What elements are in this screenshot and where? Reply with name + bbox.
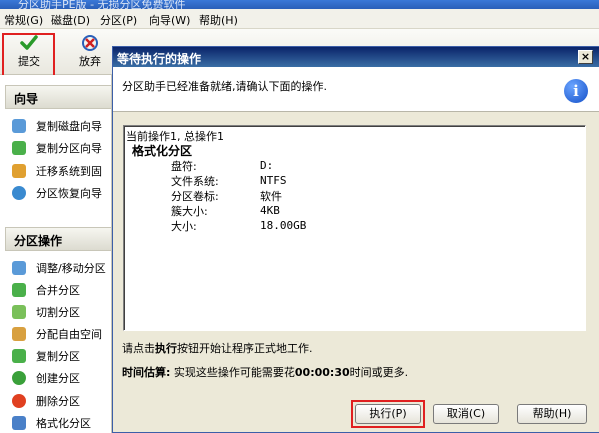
dialog-title: 等待执行的操作 [117, 52, 202, 66]
field-label-cluster: 簇大小: [171, 205, 208, 218]
help-button[interactable]: 帮助(H) [517, 404, 587, 424]
execute-button[interactable]: 执行(P) [355, 404, 421, 424]
field-label-volume: 分区卷标: [171, 190, 219, 203]
sidebar-item-copy[interactable]: 复制分区 [12, 348, 80, 366]
allocate-icon [12, 327, 26, 341]
close-icon: × [580, 50, 591, 63]
menu-bar: 常规(G) 磁盘(D) 分区(P) 向导(W) 帮助(H) [0, 9, 599, 29]
sidebar-item-split[interactable]: 切割分区 [12, 304, 80, 322]
sidebar-item-resize[interactable]: 调整/移动分区 [12, 260, 106, 278]
app-title-bar: 分区助手PE版 - 无损分区免费软件 [0, 0, 599, 9]
menu-general[interactable]: 常规(G) [4, 12, 43, 28]
sidebar-item-copy-partition[interactable]: 复制分区向导 [12, 140, 102, 158]
menu-help[interactable]: 帮助(H) [199, 12, 238, 28]
op-title: 格式化分区 [132, 144, 193, 158]
menu-partition[interactable]: 分区(P) [100, 12, 137, 28]
pending-operations-dialog: 等待执行的操作 × 分区助手已经准备就绪,请确认下面的操作. i 当前操作1, … [112, 46, 599, 433]
sidebar-item-format[interactable]: 格式化分区 [12, 415, 91, 433]
sidebar-item-migrate-os[interactable]: 迁移系统到固 [12, 163, 102, 181]
discard-button[interactable]: 放弃 [70, 32, 110, 72]
copy-disk-icon [12, 119, 26, 133]
sidebar: 向导 复制磁盘向导 复制分区向导 迁移系统到固 分区恢复向导 分区操作 调整/移… [0, 75, 112, 433]
migrate-icon [12, 164, 26, 178]
operations-list[interactable]: 当前操作1, 总操作1 格式化分区 盘符: D: 文件系统: NTFS 分区卷标… [123, 125, 586, 331]
dialog-header: 分区助手已经准备就绪,请确认下面的操作. i [113, 67, 599, 112]
field-label-filesystem: 文件系统: [171, 175, 219, 188]
header-message: 分区助手已经准备就绪,请确认下面的操作. [122, 80, 327, 93]
field-value-filesystem: NTFS [260, 174, 287, 187]
sidebar-item-merge[interactable]: 合并分区 [12, 282, 80, 300]
format-icon [12, 416, 26, 430]
sidebar-item-copy-disk[interactable]: 复制磁盘向导 [12, 118, 102, 136]
merge-icon [12, 283, 26, 297]
submit-highlight [2, 33, 55, 77]
sidebar-item-create[interactable]: 创建分区 [12, 370, 80, 388]
sidebar-item-delete[interactable]: 删除分区 [12, 393, 80, 411]
field-value-volume: 软件 [260, 190, 282, 203]
dialog-title-bar: 等待执行的操作 × [113, 47, 599, 67]
menu-disk[interactable]: 磁盘(D) [51, 12, 90, 28]
resize-icon [12, 261, 26, 275]
create-icon [12, 371, 26, 385]
execute-hint: 请点击执行按钮开始让程序正式地工作. [122, 342, 313, 355]
info-icon: i [564, 79, 588, 103]
copy-partition-icon [12, 141, 26, 155]
sidebar-item-allocate[interactable]: 分配自由空间 [12, 326, 102, 344]
app-title: 分区助手PE版 - 无损分区免费软件 [18, 0, 186, 9]
recovery-icon [12, 186, 26, 200]
field-value-size: 18.00GB [260, 219, 307, 232]
menu-wizard[interactable]: 向导(W) [149, 12, 190, 28]
field-label-size: 大小: [171, 220, 197, 233]
discard-icon [82, 35, 98, 51]
field-value-cluster: 4KB [260, 204, 280, 217]
field-label-drive: 盘符: [171, 160, 197, 173]
sidebar-item-recovery[interactable]: 分区恢复向导 [12, 185, 102, 203]
time-estimate: 时间估算: 实现这些操作可能需要花00:00:30时间或更多. [122, 366, 409, 379]
cancel-button[interactable]: 取消(C) [433, 404, 499, 424]
split-icon [12, 305, 26, 319]
wizard-panel-title: 向导 [5, 85, 112, 109]
close-button[interactable]: × [578, 50, 593, 64]
delete-icon [12, 394, 26, 408]
discard-label: 放弃 [79, 55, 101, 68]
field-value-drive: D: [260, 159, 274, 172]
copy-icon [12, 349, 26, 363]
ops-panel-title: 分区操作 [5, 227, 112, 251]
